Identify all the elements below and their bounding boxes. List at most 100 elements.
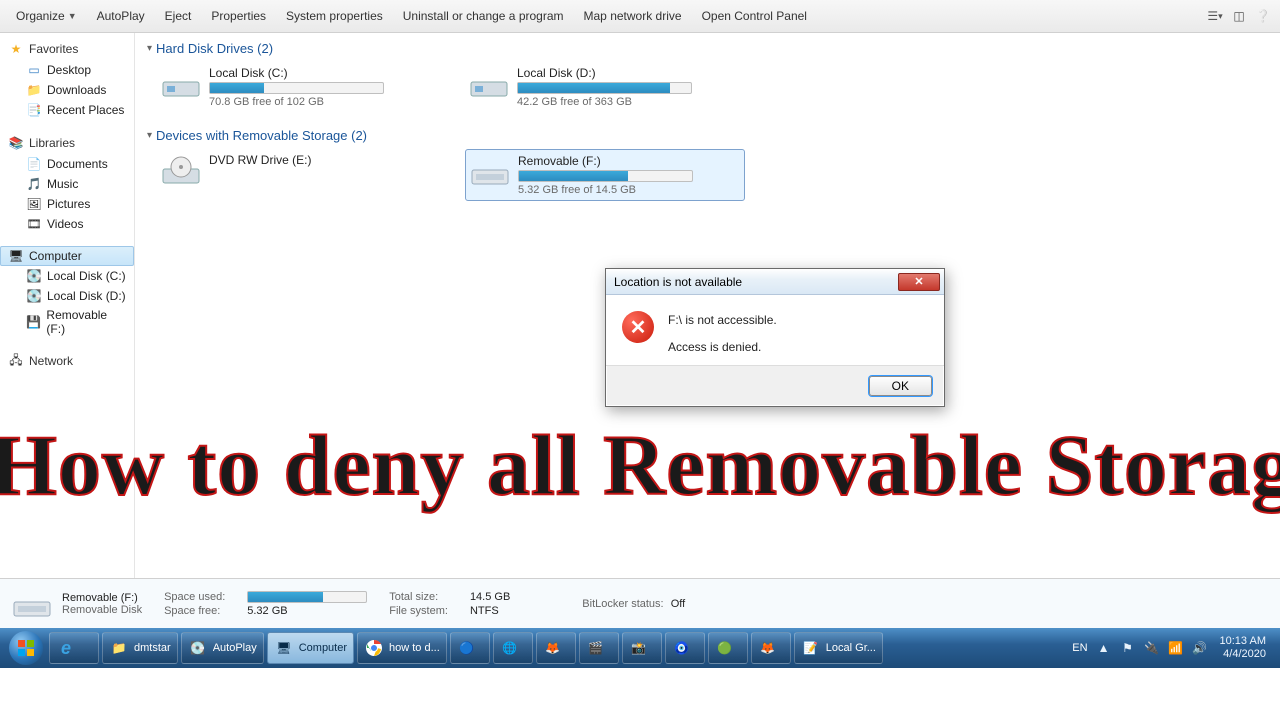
system-properties-button[interactable]: System properties [278, 5, 391, 27]
space-free-label: Space free: [164, 605, 225, 617]
drive-dvd-e[interactable]: DVD RW Drive (E:) [157, 149, 437, 201]
ok-button[interactable]: OK [869, 376, 932, 396]
volume-icon[interactable]: 🔊 [1192, 640, 1208, 656]
taskbar-notepad[interactable]: 📝Local Gr... [794, 632, 883, 664]
firefox-icon: 🦊 [758, 638, 778, 658]
eject-button[interactable]: Eject [157, 5, 200, 27]
usage-bar [517, 82, 692, 94]
computer-icon: 🖥 [8, 248, 24, 264]
drive-name: Removable (F:) [518, 154, 740, 168]
nav-videos[interactable]: 🎞Videos [0, 214, 134, 234]
videos-icon: 🎞 [26, 216, 42, 232]
notepad-icon: 📝 [801, 638, 821, 658]
organize-menu[interactable]: Organize▼ [8, 5, 85, 27]
desktop-icon: ▭ [26, 62, 42, 78]
dialog-message-line1: F:\ is not accessible. [668, 311, 777, 330]
space-free-value: 5.32 GB [247, 605, 367, 617]
drive-name: Local Disk (C:) [209, 66, 433, 80]
drive-free-text: 70.8 GB free of 102 GB [209, 96, 433, 108]
nav-network[interactable]: 🖧Network [0, 350, 134, 372]
uninstall-button[interactable]: Uninstall or change a program [395, 5, 572, 27]
ie-icon: e [56, 638, 76, 658]
taskbar-app5[interactable]: 📸 [622, 632, 662, 664]
taskbar: e 📁dmtstar 💽AutoPlay 🖥Computer how to d.… [0, 628, 1280, 668]
hdd-icon [469, 66, 509, 102]
app-icon: 🌐 [500, 638, 520, 658]
nav-local-disk-c[interactable]: 💽Local Disk (C:) [0, 266, 134, 286]
taskbar-clock[interactable]: 10:13 AM 4/4/2020 [1216, 635, 1270, 660]
nav-local-disk-d[interactable]: 💽Local Disk (D:) [0, 286, 134, 306]
taskbar-firefox[interactable]: 🦊 [751, 632, 791, 664]
details-type: Removable Disk [62, 604, 142, 616]
explorer-toolbar: Organize▼ AutoPlay Eject Properties Syst… [0, 0, 1280, 33]
map-drive-button[interactable]: Map network drive [576, 5, 690, 27]
properties-button[interactable]: Properties [203, 5, 274, 27]
help-icon[interactable]: ❔ [1254, 7, 1272, 25]
taskbar-app7[interactable]: 🟢 [708, 632, 748, 664]
filesystem-label: File system: [389, 605, 448, 617]
favorites-header[interactable]: ★Favorites [0, 38, 134, 60]
taskbar-app4[interactable]: 🎬 [579, 632, 619, 664]
tray-up-icon[interactable]: ▲ [1096, 640, 1112, 656]
clock-date: 4/4/2020 [1220, 648, 1266, 661]
collapse-arrow-icon: ▾ [147, 43, 152, 54]
drive-free-text: 5.32 GB free of 14.5 GB [518, 184, 740, 196]
recent-icon: 📑 [26, 102, 42, 118]
taskbar-autoplay[interactable]: 💽AutoPlay [181, 632, 264, 664]
removable-group-header[interactable]: ▾Devices with Removable Storage (2) [147, 128, 1268, 143]
nav-documents[interactable]: 📄Documents [0, 154, 134, 174]
dvd-icon [161, 153, 201, 189]
nav-downloads[interactable]: 📁Downloads [0, 80, 134, 100]
taskbar-ie[interactable]: e [49, 632, 99, 664]
open-control-panel-button[interactable]: Open Control Panel [694, 5, 815, 27]
drive-local-c[interactable]: Local Disk (C:) 70.8 GB free of 102 GB [157, 62, 437, 112]
network-tray-icon[interactable]: 📶 [1168, 640, 1184, 656]
removable-icon [12, 586, 52, 622]
app-icon: 🦊 [543, 638, 563, 658]
taskbar-app1[interactable]: 🔵 [450, 632, 490, 664]
taskbar-computer[interactable]: 🖥Computer [267, 632, 354, 664]
nav-removable-f[interactable]: 💾Removable (F:) [0, 306, 134, 338]
bitlocker-value: Off [671, 598, 685, 610]
close-button[interactable]: ✕ [898, 273, 940, 291]
details-name: Removable (F:) [62, 592, 142, 604]
hdd-icon [161, 66, 201, 102]
filesystem-value: NTFS [470, 605, 510, 617]
taskbar-app6[interactable]: 🧿 [665, 632, 705, 664]
language-indicator[interactable]: EN [1072, 642, 1087, 654]
libraries-header[interactable]: 📚Libraries [0, 132, 134, 154]
error-dialog: Location is not available ✕ ✕ F:\ is not… [605, 268, 945, 407]
power-icon[interactable]: 🔌 [1144, 640, 1160, 656]
nav-desktop[interactable]: ▭Desktop [0, 60, 134, 80]
drive-removable-f[interactable]: Removable (F:) 5.32 GB free of 14.5 GB [465, 149, 745, 201]
taskbar-app2[interactable]: 🌐 [493, 632, 533, 664]
nav-recent-places[interactable]: 📑Recent Places [0, 100, 134, 120]
dialog-message-line2: Access is denied. [668, 338, 777, 357]
drive-icon: 💽 [188, 638, 208, 658]
downloads-icon: 📁 [26, 82, 42, 98]
app-icon: 🧿 [672, 638, 692, 658]
nav-computer[interactable]: 🖥Computer [0, 246, 134, 266]
error-icon: ✕ [622, 311, 654, 343]
computer-icon: 🖥 [274, 638, 294, 658]
bitlocker-label: BitLocker status: [582, 598, 663, 610]
preview-pane-icon[interactable]: ◫ [1230, 7, 1248, 25]
drive-local-d[interactable]: Local Disk (D:) 42.2 GB free of 363 GB [465, 62, 745, 112]
nav-pictures[interactable]: 🖼Pictures [0, 194, 134, 214]
flag-icon[interactable]: ⚑ [1120, 640, 1136, 656]
taskbar-chrome[interactable]: how to d... [357, 632, 447, 664]
start-button[interactable] [6, 628, 46, 668]
space-used-label: Space used: [164, 591, 225, 603]
clock-time: 10:13 AM [1220, 635, 1266, 648]
taskbar-folder[interactable]: 📁dmtstar [102, 632, 178, 664]
usage-bar [209, 82, 384, 94]
autoplay-button[interactable]: AutoPlay [89, 5, 153, 27]
view-options-icon[interactable]: ☰▾ [1206, 7, 1224, 25]
app-icon: 🟢 [715, 638, 735, 658]
video-overlay-title: How to deny all Removable Storage Device [0, 415, 1280, 515]
taskbar-app3[interactable]: 🦊 [536, 632, 576, 664]
nav-music[interactable]: 🎵Music [0, 174, 134, 194]
dialog-titlebar[interactable]: Location is not available ✕ [606, 269, 944, 295]
hdd-group-header[interactable]: ▾Hard Disk Drives (2) [147, 41, 1268, 56]
music-icon: 🎵 [26, 176, 42, 192]
